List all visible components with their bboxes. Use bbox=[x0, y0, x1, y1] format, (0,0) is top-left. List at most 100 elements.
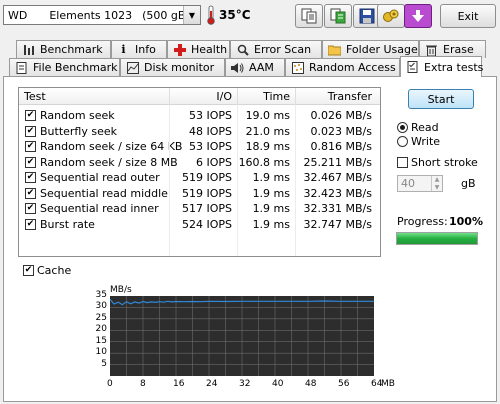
tab-error-scan[interactable]: Error Scan bbox=[230, 40, 322, 58]
transfer-value: 32.423 MB/s bbox=[303, 186, 372, 200]
transfer-value: 32.747 MB/s bbox=[303, 217, 372, 231]
magnifier-icon bbox=[236, 43, 249, 56]
time-value: 18.9 ms bbox=[245, 140, 290, 153]
tab-aam[interactable]: AAM bbox=[225, 58, 285, 76]
extra-tests-icon bbox=[406, 61, 419, 74]
time-value: 21.0 ms bbox=[245, 124, 290, 138]
column-header-io[interactable]: I/O bbox=[216, 90, 232, 103]
chevron-down-icon[interactable]: ▼ bbox=[183, 6, 200, 24]
options-button[interactable] bbox=[377, 4, 405, 28]
transfer-value: 0.816 MB/s bbox=[310, 140, 372, 153]
drive-label: WD bbox=[8, 8, 28, 22]
test-name: Random seek / size 64 KB bbox=[40, 140, 183, 153]
spin-up-icon[interactable]: ▲ bbox=[435, 176, 440, 183]
tab-label: Folder Usage bbox=[346, 43, 418, 56]
tab-label: File Benchmark bbox=[33, 61, 118, 74]
row-checkbox[interactable]: ✔ bbox=[25, 125, 36, 137]
table-header: Test I/O Time Transfer bbox=[19, 88, 380, 105]
file-benchmark-icon bbox=[15, 61, 28, 74]
y-tick-label: 5 bbox=[101, 358, 107, 369]
progress-percent: 100% bbox=[449, 215, 483, 228]
disk-monitor-icon bbox=[126, 61, 139, 74]
tab-label: Erase bbox=[443, 43, 474, 56]
tab-label: Error Scan bbox=[254, 43, 312, 56]
tab-label: Extra tests bbox=[424, 60, 484, 74]
start-button[interactable]: Start bbox=[408, 89, 474, 109]
transfer-chart-svg bbox=[109, 296, 374, 376]
table-row[interactable]: ✔ Burst rate 524 IOPS 1.9 ms 32.747 MB/s bbox=[19, 217, 380, 232]
short-stroke-label: Short stroke bbox=[411, 156, 478, 169]
table-row[interactable]: ✔ Random seek / size 8 MB 6 IOPS 160.8 ms 25… bbox=[19, 155, 380, 170]
table-row[interactable]: ✔ Butterfly seek 48 IOPS 21.0 ms 0.023 MB/s bbox=[19, 124, 380, 139]
y-tick-label: 15 bbox=[95, 335, 107, 346]
row-checkbox[interactable]: ✔ bbox=[25, 218, 36, 230]
table-row[interactable]: ✔ Sequential read inner 517 IOPS 1.9 ms 32.3… bbox=[19, 201, 380, 216]
x-tick-label: 56 bbox=[338, 379, 350, 389]
short-stroke-unit: gB bbox=[461, 177, 476, 190]
info-icon: i bbox=[121, 43, 126, 56]
y-tick-label: 30 bbox=[95, 301, 107, 312]
benchmark-icon bbox=[22, 43, 35, 56]
x-tick-label: 8 bbox=[140, 379, 146, 389]
table-row[interactable]: ✔ Sequential read middle 519 IOPS 1.9 ms 32.… bbox=[19, 186, 380, 201]
menu-button[interactable] bbox=[404, 4, 432, 28]
y-tick-label: 20 bbox=[95, 324, 107, 335]
chart-y-unit: MB/s bbox=[110, 285, 132, 295]
folder-icon bbox=[328, 43, 341, 56]
table-row[interactable]: ✔ Random seek 53 IOPS 19.0 ms 0.026 MB/s bbox=[19, 108, 380, 123]
wrench-icon bbox=[383, 9, 399, 22]
test-name: Burst rate bbox=[40, 217, 95, 231]
random-access-icon bbox=[291, 61, 304, 74]
transfer-value: 0.023 MB/s bbox=[310, 124, 372, 138]
x-tick-label: 48 bbox=[305, 379, 317, 389]
test-name: Random seek / size 8 MB bbox=[40, 155, 178, 169]
drive-select[interactable]: WD Elements 1023 (500 gB) ▼ bbox=[3, 5, 201, 25]
copy-info-button[interactable] bbox=[324, 4, 352, 28]
floppy-disk-icon bbox=[359, 8, 375, 24]
time-value: 1.9 ms bbox=[252, 186, 290, 200]
tab-health[interactable]: Health bbox=[167, 40, 230, 58]
short-stroke-size-input[interactable]: 40 ▲ ▼ bbox=[397, 175, 443, 192]
results-table[interactable]: Test I/O Time Transfer ✔ Random seek 53 IO… bbox=[18, 87, 381, 257]
short-stroke-checkbox[interactable] bbox=[397, 157, 408, 168]
row-checkbox[interactable]: ✔ bbox=[25, 110, 36, 121]
tab-disk-monitor[interactable]: Disk monitor bbox=[120, 58, 225, 76]
column-header-test[interactable]: Test bbox=[24, 90, 46, 103]
tab-file-benchmark[interactable]: File Benchmark bbox=[9, 58, 120, 76]
tab-benchmark[interactable]: Benchmark bbox=[16, 40, 111, 58]
cache-label: Cache bbox=[37, 264, 72, 277]
row-checkbox[interactable]: ✔ bbox=[25, 172, 36, 183]
table-row[interactable]: ✔ Sequential read outer 519 IOPS 1.9 ms 32.4… bbox=[19, 170, 380, 185]
io-value: 519 IOPS bbox=[181, 171, 232, 184]
copy-text-button[interactable] bbox=[295, 4, 323, 28]
spin-down-icon[interactable]: ▼ bbox=[435, 184, 440, 191]
progress-bar bbox=[396, 232, 478, 245]
trash-icon bbox=[425, 43, 438, 56]
table-row[interactable]: ✔ Random seek / size 64 KB 53 IOPS 18.9 ms 0… bbox=[19, 139, 380, 154]
exit-button[interactable]: Exit bbox=[440, 4, 496, 28]
y-tick-label: 10 bbox=[95, 347, 107, 358]
row-checkbox[interactable]: ✔ bbox=[25, 203, 36, 214]
cache-checkbox[interactable]: ✔ bbox=[23, 265, 34, 276]
progress-label: Progress: bbox=[397, 215, 448, 228]
transfer-value: 25.211 MB/s bbox=[303, 155, 372, 169]
time-value: 1.9 ms bbox=[252, 217, 290, 231]
column-header-time[interactable]: Time bbox=[263, 90, 290, 103]
row-checkbox[interactable]: ✔ bbox=[25, 187, 36, 199]
write-radio[interactable] bbox=[397, 136, 408, 147]
tab-info[interactable]: i Info bbox=[111, 40, 167, 58]
test-name: Random seek bbox=[40, 109, 115, 122]
row-checkbox[interactable]: ✔ bbox=[25, 156, 36, 168]
tab-extra-tests[interactable]: Extra tests bbox=[400, 56, 484, 77]
column-header-transfer[interactable]: Transfer bbox=[328, 90, 372, 103]
transfer-value: 0.026 MB/s bbox=[310, 109, 372, 122]
temperature-readout: 35°C bbox=[219, 8, 251, 22]
tab-random-access[interactable]: Random Access bbox=[285, 58, 400, 76]
io-value: 53 IOPS bbox=[188, 109, 232, 122]
read-radio[interactable] bbox=[397, 122, 408, 133]
row-checkbox[interactable]: ✔ bbox=[25, 141, 36, 152]
tab-label: Benchmark bbox=[40, 43, 103, 56]
copy-text-icon bbox=[301, 8, 317, 24]
copy-info-icon bbox=[330, 8, 346, 24]
time-value: 1.9 ms bbox=[252, 171, 290, 184]
